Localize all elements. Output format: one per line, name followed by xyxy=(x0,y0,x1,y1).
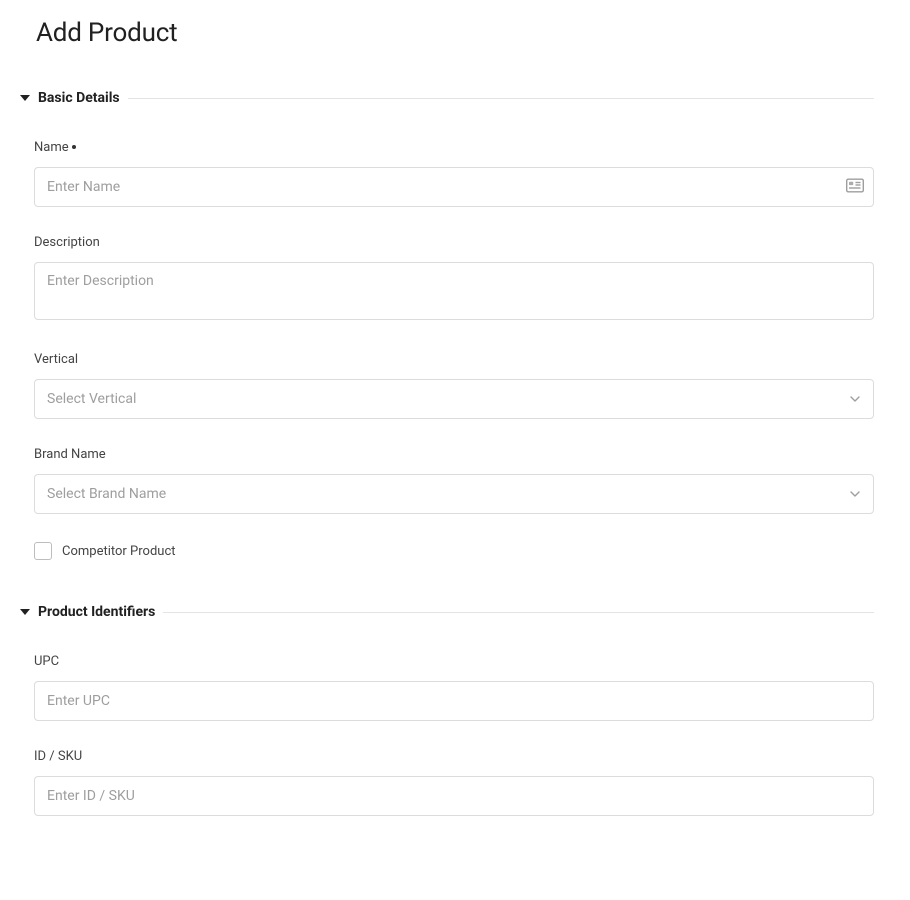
section-basic-details: Basic Details Name xyxy=(20,90,874,560)
label-sku: ID / SKU xyxy=(34,749,874,764)
field-sku: ID / SKU xyxy=(34,749,874,816)
vertical-select[interactable]: Select Vertical xyxy=(34,379,874,419)
label-brand: Brand Name xyxy=(34,447,874,462)
section-header-basic[interactable]: Basic Details xyxy=(20,90,874,106)
required-indicator-icon xyxy=(72,145,76,149)
section-divider xyxy=(163,612,874,613)
label-name: Name xyxy=(34,140,874,155)
section-product-identifiers: Product Identifiers UPC ID / SKU xyxy=(20,604,874,816)
field-competitor: Competitor Product xyxy=(34,542,874,560)
field-description: Description xyxy=(34,235,874,324)
label-upc: UPC xyxy=(34,654,874,669)
section-title-identifiers: Product Identifiers xyxy=(38,604,155,620)
label-vertical: Vertical xyxy=(34,352,874,367)
name-input[interactable] xyxy=(34,167,874,207)
field-vertical: Vertical Select Vertical xyxy=(34,352,874,419)
section-title-basic: Basic Details xyxy=(38,90,120,106)
upc-input[interactable] xyxy=(34,681,874,721)
brand-select[interactable]: Select Brand Name xyxy=(34,474,874,514)
label-competitor: Competitor Product xyxy=(62,544,176,559)
page-title: Add Product xyxy=(36,18,874,48)
competitor-checkbox[interactable] xyxy=(34,542,52,560)
section-divider xyxy=(128,98,874,99)
sku-input[interactable] xyxy=(34,776,874,816)
caret-down-icon xyxy=(20,609,30,615)
section-header-identifiers[interactable]: Product Identifiers xyxy=(20,604,874,620)
caret-down-icon xyxy=(20,95,30,101)
field-name: Name xyxy=(34,140,874,207)
field-brand: Brand Name Select Brand Name xyxy=(34,447,874,514)
field-upc: UPC xyxy=(34,654,874,721)
description-input[interactable] xyxy=(34,262,874,320)
label-description: Description xyxy=(34,235,874,250)
